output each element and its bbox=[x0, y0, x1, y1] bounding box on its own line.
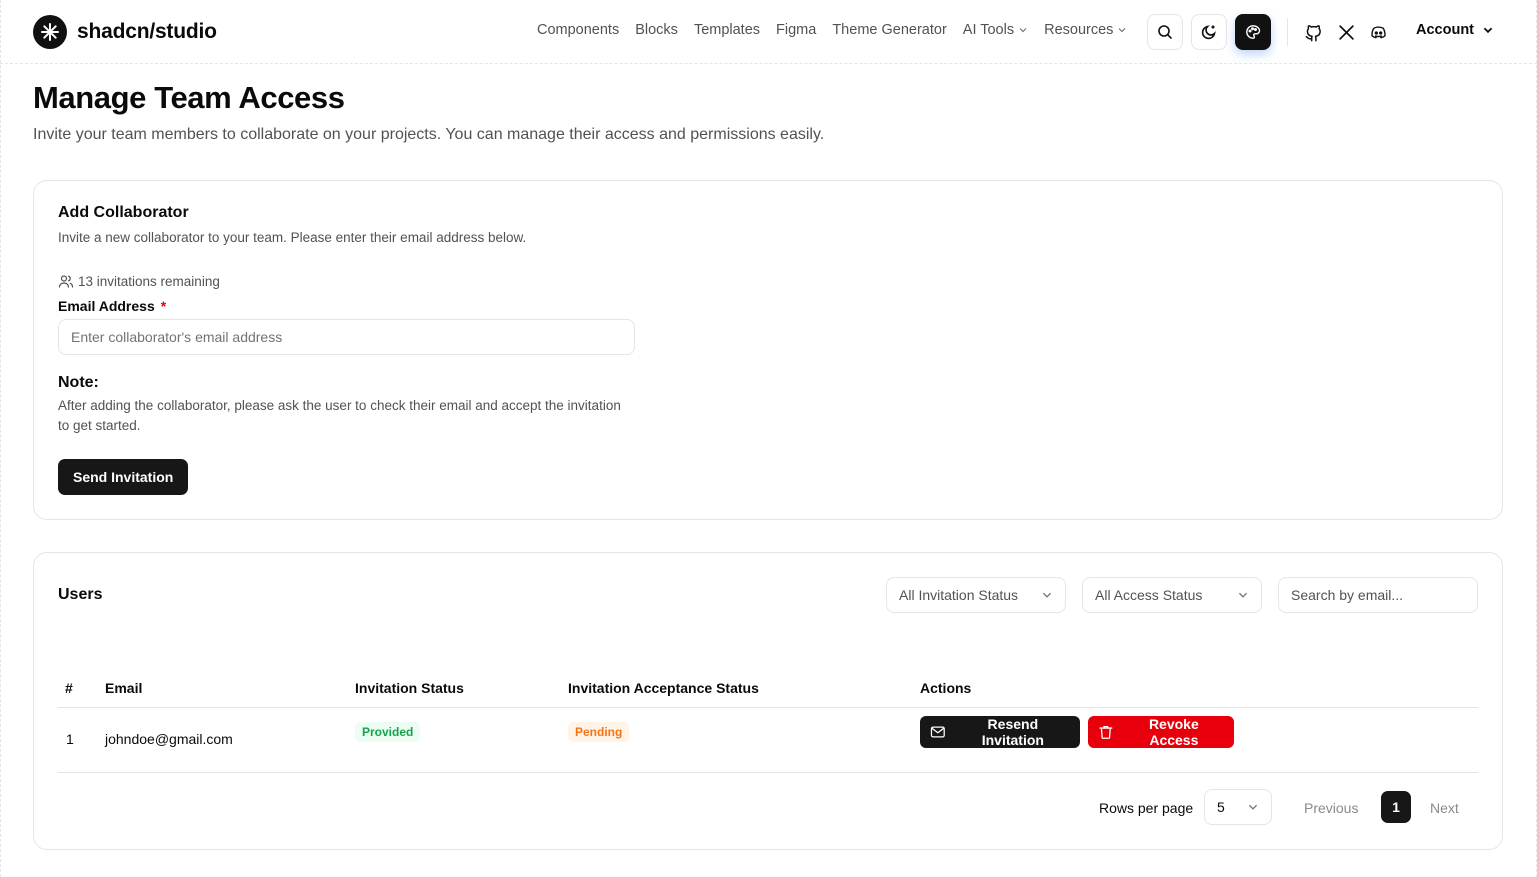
row-email: johndoe@gmail.com bbox=[105, 731, 233, 747]
users-title: Users bbox=[58, 586, 103, 603]
nav-item-ai-tools[interactable]: AI Tools bbox=[963, 22, 1028, 38]
access-status-filter-value: All Access Status bbox=[1095, 587, 1203, 603]
access-status-filter[interactable]: All Access Status bbox=[1082, 577, 1262, 613]
email-label-text: Email Address bbox=[58, 298, 155, 314]
table-header: # Email Invitation Status Invitation Acc… bbox=[58, 667, 1478, 708]
resend-invitation-label: Resend Invitation bbox=[981, 716, 1044, 748]
search-icon bbox=[1158, 25, 1172, 39]
chevron-down-icon bbox=[1118, 28, 1126, 33]
nav-item-theme-generator[interactable]: Theme Generator bbox=[832, 22, 946, 38]
theme-toggle-button[interactable] bbox=[1191, 14, 1227, 50]
invitation-status-filter-value: All Invitation Status bbox=[899, 587, 1019, 603]
add-collaborator-description: Invite a new collaborator to your team. … bbox=[58, 230, 527, 245]
email-field[interactable] bbox=[58, 319, 635, 355]
required-marker: * bbox=[160, 298, 167, 314]
email-label: Email Address * bbox=[58, 298, 166, 314]
nav-item-blocks[interactable]: Blocks bbox=[635, 22, 678, 38]
column-header-actions: Actions bbox=[920, 680, 972, 696]
discord-icon bbox=[1370, 25, 1386, 38]
brand-logo[interactable]: shadcn/studio bbox=[33, 15, 217, 49]
nav-item-label: Blocks bbox=[635, 22, 678, 38]
column-header-invitation-status: Invitation Status bbox=[355, 680, 464, 696]
users-table: # Email Invitation Status Invitation Acc… bbox=[58, 667, 1478, 773]
page-title: Manage Team Access bbox=[33, 80, 345, 115]
next-page-button[interactable]: Next bbox=[1430, 800, 1459, 816]
email-search-input[interactable] bbox=[1278, 577, 1478, 613]
chevron-down-icon bbox=[1248, 804, 1258, 810]
brand-name: shadcn/studio bbox=[77, 20, 217, 43]
nav-item-figma[interactable]: Figma bbox=[776, 22, 816, 38]
nav-item-label: Resources bbox=[1044, 22, 1114, 38]
top-navbar: shadcn/studio Components Blocks Template… bbox=[0, 0, 1537, 64]
palette-icon bbox=[1246, 25, 1261, 39]
chevron-down-icon bbox=[1238, 592, 1248, 598]
nav-item-label: Templates bbox=[693, 22, 761, 38]
add-collaborator-title: Add Collaborator bbox=[58, 204, 189, 221]
note-title: Note: bbox=[58, 374, 99, 391]
nav-item-components[interactable]: Components bbox=[537, 22, 619, 38]
invitation-status-badge: Provided bbox=[355, 722, 421, 742]
github-icon bbox=[1305, 24, 1321, 41]
invitations-remaining: 13 invitations remaining bbox=[58, 273, 220, 289]
revoke-access-button[interactable]: Revoke Access bbox=[1088, 716, 1234, 748]
users-card: Users All Invitation Status All Access S… bbox=[33, 552, 1503, 850]
theme-customizer-button[interactable] bbox=[1235, 14, 1271, 50]
nav-item-templates[interactable]: Templates bbox=[694, 22, 760, 38]
pagination: Rows per page 5 Previous 1 Next bbox=[34, 789, 1504, 825]
page-1-button[interactable]: 1 bbox=[1381, 791, 1411, 823]
page-subtitle: Invite your team members to collaborate … bbox=[33, 126, 825, 143]
account-menu[interactable]: Account bbox=[1416, 22, 1494, 38]
rows-per-page-label: Rows per page bbox=[1099, 800, 1194, 816]
search-button[interactable] bbox=[1147, 14, 1183, 50]
acceptance-status-badge: Pending bbox=[568, 722, 630, 742]
nav-item-label: AI Tools bbox=[962, 22, 1015, 38]
nav-item-label: Components bbox=[537, 22, 620, 38]
logo-icon bbox=[33, 15, 67, 49]
mail-icon bbox=[930, 726, 945, 738]
rows-per-page-value: 5 bbox=[1217, 799, 1225, 815]
column-header-acceptance-status: Invitation Acceptance Status bbox=[568, 680, 759, 696]
note-text: After adding the collaborator, please as… bbox=[58, 398, 621, 433]
users-icon bbox=[58, 275, 74, 288]
account-label: Account bbox=[1416, 22, 1474, 38]
invitation-status-filter[interactable]: All Invitation Status bbox=[886, 577, 1066, 613]
chevron-down-icon bbox=[1019, 28, 1027, 33]
previous-page-button[interactable]: Previous bbox=[1304, 800, 1358, 816]
table-row: 1 johndoe@gmail.com Provided Pending Res… bbox=[58, 708, 1478, 773]
nav-item-label: Figma bbox=[776, 22, 817, 38]
main-nav: Components Blocks Templates Figma Theme … bbox=[537, 22, 1127, 38]
frame-guide-left bbox=[0, 0, 1, 877]
column-header-email: Email bbox=[105, 680, 143, 696]
header-divider bbox=[1287, 18, 1288, 46]
trash-icon bbox=[1099, 725, 1113, 739]
github-link[interactable] bbox=[1303, 22, 1323, 42]
rows-per-page-select[interactable]: 5 bbox=[1204, 789, 1272, 825]
add-collaborator-card: Add Collaborator Invite a new collaborat… bbox=[33, 180, 1503, 520]
revoke-access-label: Revoke Access bbox=[1148, 716, 1199, 748]
discord-link[interactable] bbox=[1368, 22, 1388, 42]
resend-invitation-button[interactable]: Resend Invitation bbox=[920, 716, 1080, 748]
x-link[interactable] bbox=[1336, 22, 1356, 42]
x-icon bbox=[1338, 24, 1354, 40]
invitations-remaining-text: 13 invitations remaining bbox=[78, 273, 220, 289]
nav-item-resources[interactable]: Resources bbox=[1044, 22, 1127, 38]
chevron-down-icon bbox=[1483, 27, 1493, 34]
row-index: 1 bbox=[66, 731, 74, 747]
column-header-index: # bbox=[65, 680, 73, 696]
send-invitation-button[interactable]: Send Invitation bbox=[58, 459, 189, 495]
chevron-down-icon bbox=[1042, 592, 1052, 598]
nav-item-label: Theme Generator bbox=[832, 22, 947, 38]
theme-toggle-icon bbox=[1201, 25, 1216, 40]
